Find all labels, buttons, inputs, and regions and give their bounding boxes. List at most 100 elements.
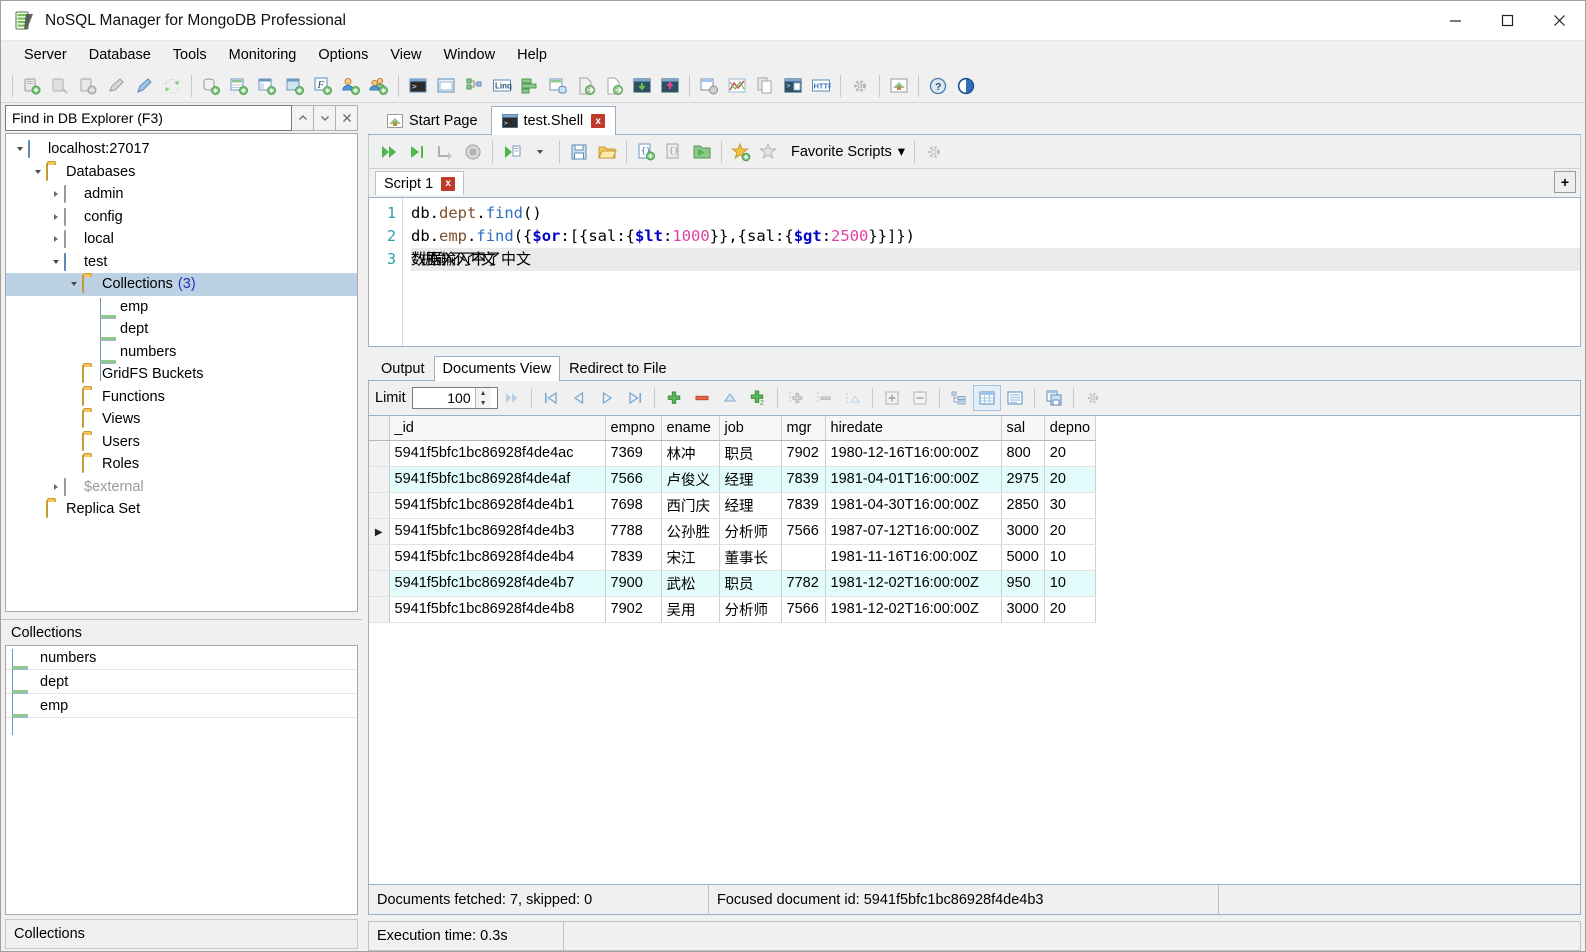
collections-list[interactable]: numbers dept emp bbox=[5, 645, 358, 915]
stop-icon[interactable] bbox=[459, 138, 487, 166]
last-page-icon[interactable] bbox=[621, 385, 649, 411]
prev-page-icon[interactable] bbox=[565, 385, 593, 411]
table-cell[interactable]: 7902 bbox=[781, 440, 826, 467]
table-cell[interactable]: 7698 bbox=[605, 492, 662, 519]
table-cell[interactable]: 宋江 bbox=[661, 544, 720, 571]
delete-field-icon[interactable] bbox=[811, 385, 839, 411]
find-prev-icon[interactable] bbox=[292, 105, 314, 131]
copy-script-icon[interactable]: {} bbox=[660, 138, 688, 166]
execute-current-icon[interactable] bbox=[403, 138, 431, 166]
db-explorer-tree[interactable]: localhost:27017 Databases admin config local… bbox=[5, 133, 358, 612]
options-icon[interactable] bbox=[846, 72, 874, 100]
table-cell[interactable]: 7566 bbox=[781, 596, 826, 623]
row-selector-cell[interactable] bbox=[369, 466, 390, 493]
remove-favorite-icon[interactable] bbox=[755, 138, 783, 166]
table-cell[interactable]: 1981-12-02T16:00:00Z bbox=[825, 596, 1002, 623]
table-cell[interactable]: 10 bbox=[1044, 570, 1097, 597]
grid-settings-icon[interactable] bbox=[1079, 385, 1107, 411]
aggregate-icon[interactable] bbox=[516, 72, 544, 100]
limit-stepper[interactable]: ▲ ▼ bbox=[411, 387, 498, 409]
table-cell[interactable]: 2975 bbox=[1001, 466, 1045, 493]
tree-node-gridfs-buckets[interactable]: GridFS Buckets bbox=[6, 363, 357, 386]
table-cell[interactable]: 5941f5bfc1bc86928f4de4af bbox=[389, 466, 606, 493]
tree-view-icon[interactable] bbox=[460, 72, 488, 100]
tree-node-test[interactable]: test bbox=[6, 251, 357, 274]
new-view-icon[interactable] bbox=[253, 72, 281, 100]
table-row[interactable]: ▶ 5941f5bfc1bc86928f4de4b3 7788 公孙胜 分析师 7566 1… bbox=[369, 518, 1097, 545]
new-connection-icon[interactable] bbox=[130, 72, 158, 100]
row-selector-cell[interactable] bbox=[369, 570, 390, 597]
new-collection-icon[interactable] bbox=[225, 72, 253, 100]
table-cell[interactable]: 2850 bbox=[1001, 492, 1045, 519]
table-cell[interactable]: 职员 bbox=[719, 570, 782, 597]
table-cell[interactable]: 吴用 bbox=[661, 596, 720, 623]
tree-twisty[interactable] bbox=[48, 213, 64, 220]
remove-connection-icon[interactable] bbox=[74, 72, 102, 100]
about-icon[interactable] bbox=[952, 72, 980, 100]
sql-query-icon[interactable] bbox=[544, 72, 572, 100]
table-cell[interactable]: 1981-12-02T16:00:00Z bbox=[825, 570, 1002, 597]
tab-test-shell[interactable]: > test.Shell x bbox=[490, 106, 617, 135]
column-header-empno[interactable]: empno bbox=[605, 416, 662, 441]
tree-node-numbers[interactable]: numbers bbox=[6, 341, 357, 381]
table-cell[interactable]: 5941f5bfc1bc86928f4de4b4 bbox=[389, 544, 606, 571]
table-cell[interactable]: 分析师 bbox=[719, 518, 782, 545]
column-header-id[interactable]: _id bbox=[389, 416, 606, 441]
table-cell[interactable]: 1980-12-16T16:00:00Z bbox=[825, 440, 1002, 467]
tree-node-config[interactable]: config bbox=[6, 206, 357, 229]
tree-twisty[interactable] bbox=[48, 236, 64, 243]
backup-icon[interactable] bbox=[628, 72, 656, 100]
table-view-icon[interactable] bbox=[972, 385, 1001, 411]
add-script-button[interactable]: + bbox=[1554, 171, 1576, 193]
table-row[interactable]: 5941f5bfc1bc86928f4de4b8 7902 吴用 分析师 7566 198… bbox=[369, 596, 1097, 623]
new-capped-collection-icon[interactable] bbox=[281, 72, 309, 100]
limit-input[interactable] bbox=[412, 389, 475, 407]
http-icon[interactable]: HTTP bbox=[807, 72, 835, 100]
row-selector-cell[interactable] bbox=[369, 596, 390, 623]
table-row[interactable]: 5941f5bfc1bc86928f4de4b4 7839 宋江 董事长 1981-11… bbox=[369, 544, 1097, 571]
delete-document-icon[interactable] bbox=[688, 385, 716, 411]
edit-document-icon[interactable] bbox=[716, 385, 744, 411]
row-selector-cell[interactable] bbox=[369, 492, 390, 519]
code-line[interactable]: 数据输入不了中文 数据输入不了中文 bbox=[411, 248, 1580, 271]
code-line[interactable]: db.dept.find() bbox=[411, 202, 1580, 225]
table-cell[interactable]: 5941f5bfc1bc86928f4de4b8 bbox=[389, 596, 606, 623]
table-row[interactable]: 5941f5bfc1bc86928f4de4b7 7900 武松 职员 7782 1981… bbox=[369, 570, 1097, 597]
table-cell[interactable]: 7369 bbox=[605, 440, 662, 467]
duplicate-icon[interactable] bbox=[751, 72, 779, 100]
execute-options-caret-icon[interactable] bbox=[526, 138, 554, 166]
gear-icon[interactable] bbox=[920, 138, 948, 166]
tree-node-localhost-27017[interactable]: localhost:27017 bbox=[6, 138, 357, 161]
tree-node-views[interactable]: Views bbox=[6, 408, 357, 431]
new-role-icon[interactable] bbox=[365, 72, 393, 100]
table-cell[interactable]: 10 bbox=[1044, 544, 1097, 571]
table-cell[interactable]: 1981-11-16T16:00:00Z bbox=[825, 544, 1002, 571]
column-header-ename[interactable]: ename bbox=[661, 416, 720, 441]
tree-node-collections[interactable]: Collections (3) bbox=[6, 273, 357, 296]
refresh-icon[interactable] bbox=[158, 72, 186, 100]
table-cell[interactable]: 5941f5bfc1bc86928f4de4b7 bbox=[389, 570, 606, 597]
table-cell[interactable]: 经理 bbox=[719, 492, 782, 519]
connect-icon[interactable] bbox=[18, 72, 46, 100]
table-cell[interactable]: 7566 bbox=[605, 466, 662, 493]
collection-list-item-emp[interactable]: emp bbox=[6, 694, 357, 735]
tree-node-emp[interactable]: emp bbox=[6, 296, 357, 336]
tree-twisty[interactable] bbox=[48, 191, 64, 198]
next-page-icon[interactable] bbox=[593, 385, 621, 411]
tree-node-admin[interactable]: admin bbox=[6, 183, 357, 206]
add-favorite-icon[interactable] bbox=[727, 138, 755, 166]
table-cell[interactable]: 分析师 bbox=[719, 596, 782, 623]
row-selector-cell[interactable] bbox=[369, 544, 390, 571]
open-folder-icon[interactable] bbox=[688, 138, 716, 166]
tree-twisty[interactable] bbox=[30, 169, 46, 174]
disconnect-icon[interactable] bbox=[46, 72, 74, 100]
index-manager-icon[interactable] bbox=[695, 72, 723, 100]
minimize-button[interactable] bbox=[1429, 1, 1481, 41]
tree-twisty[interactable] bbox=[48, 259, 64, 264]
linq-icon[interactable]: Linq bbox=[488, 72, 516, 100]
collection-list-item-dept[interactable]: dept bbox=[6, 670, 357, 711]
table-cell[interactable]: 武松 bbox=[661, 570, 720, 597]
search-input[interactable] bbox=[5, 105, 292, 131]
table-cell[interactable]: 1981-04-30T16:00:00Z bbox=[825, 492, 1002, 519]
table-cell[interactable]: 职员 bbox=[719, 440, 782, 467]
